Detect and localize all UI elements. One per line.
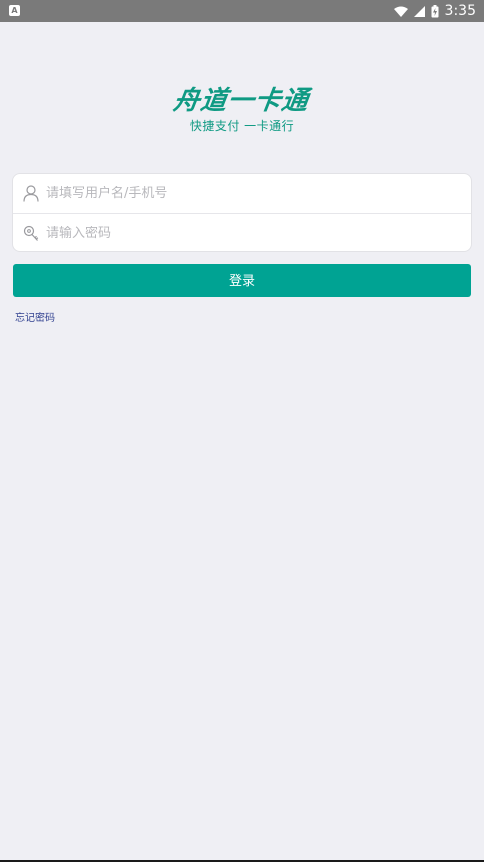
key-icon: [18, 225, 44, 242]
user-icon: [18, 185, 44, 202]
wifi-icon: [393, 6, 408, 17]
status-time: 3:35: [444, 3, 476, 19]
status-bar: A 3:35: [0, 0, 484, 22]
login-button[interactable]: 登录: [13, 264, 471, 297]
username-row: [13, 174, 471, 214]
battery-icon: [431, 4, 439, 18]
notification-icon: A: [9, 5, 20, 16]
signal-icon: [413, 5, 425, 17]
logo-subtitle: 快捷支付 一卡通行: [189, 119, 295, 133]
forgot-password-link[interactable]: 忘记密码: [15, 309, 55, 324]
password-input[interactable]: [44, 226, 471, 241]
login-page: A 3:35 舟道一卡通 快捷支付 一卡通行 请填写用户名/手机号 登录 忘记密…: [0, 0, 484, 862]
username-input[interactable]: [44, 186, 471, 201]
app-logo: 舟道一卡通 快捷支付 一卡通行: [0, 80, 484, 134]
login-form: [12, 173, 472, 252]
status-icons: 3:35: [393, 0, 476, 22]
password-row: [13, 214, 471, 253]
logo-title: 舟道一卡通: [172, 86, 312, 116]
